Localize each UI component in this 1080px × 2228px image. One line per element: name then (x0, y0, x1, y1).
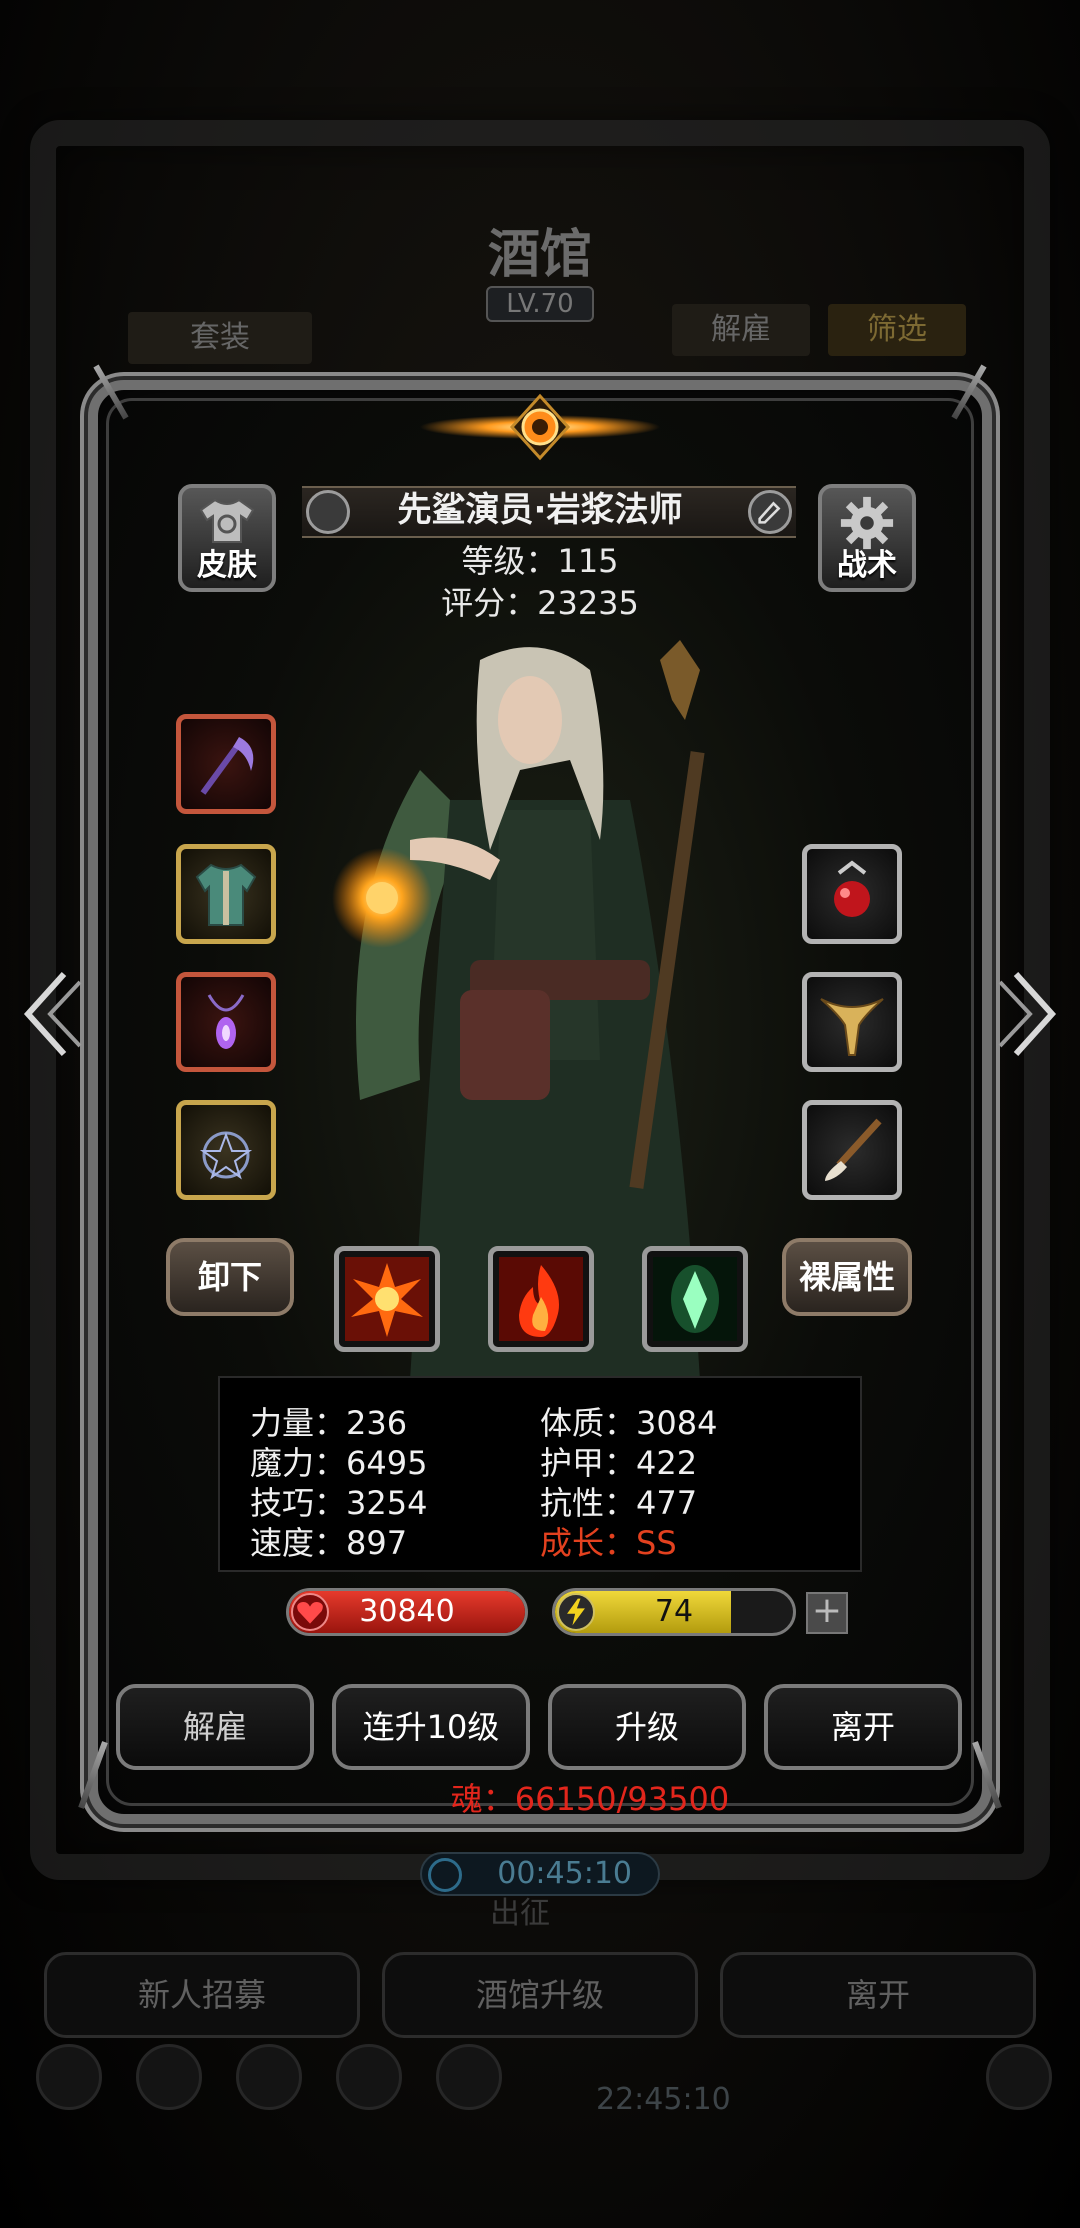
tactics-button-label: 战术 (837, 548, 897, 583)
previous-hero-arrow-icon[interactable] (14, 964, 84, 1064)
hero-level: 等级：115 (461, 542, 619, 580)
equip-slot-weapon[interactable] (176, 714, 276, 814)
brush-icon (825, 1118, 882, 1181)
recruit-button[interactable]: 新人招募 (44, 1952, 360, 2038)
equip-slot-trinket[interactable] (802, 1100, 902, 1200)
tactics-button[interactable]: 战术 (818, 484, 916, 592)
shirt-icon (199, 498, 255, 543)
add-icon[interactable] (986, 2044, 1052, 2110)
hero-name: 先鲨演员·岩浆法师 (397, 490, 683, 530)
horn-ring-icon (820, 998, 884, 1056)
stat-growth: 成长：SS (540, 1524, 677, 1562)
tavern-leave-button[interactable]: 离开 (720, 1952, 1036, 2038)
base-attributes-button[interactable]: 裸属性 (782, 1238, 912, 1316)
menu-icon[interactable] (336, 2044, 402, 2110)
stats-panel: 力量：236 体质：3084 魔力：6495 护甲：422 技巧：3254 抗性… (218, 1376, 862, 1572)
skin-button[interactable]: 皮肤 (178, 484, 276, 592)
menu-icon[interactable] (236, 2044, 302, 2110)
menu-icon[interactable] (436, 2044, 502, 2110)
dismiss-hero-button[interactable]: 解雇 (116, 1684, 314, 1770)
skin-button-label: 皮肤 (197, 548, 257, 583)
fire-burst-skill-icon (345, 1257, 429, 1341)
expedition-label: 出征 (490, 1896, 550, 1931)
scythe-icon (200, 737, 254, 795)
skill-slot-1[interactable] (334, 1246, 440, 1352)
equip-slot-necklace[interactable] (176, 972, 276, 1072)
menu-icon[interactable] (36, 2044, 102, 2110)
system-clock: 22:45:10 (596, 2082, 731, 2117)
next-hero-arrow-icon[interactable] (996, 964, 1066, 1064)
clock-icon (428, 1858, 462, 1892)
leave-button[interactable]: 离开 (764, 1684, 962, 1770)
energy-value: 74 (654, 1594, 694, 1629)
equip-slot-ring-1[interactable] (802, 844, 902, 944)
tab-suit[interactable]: 套装 (128, 312, 312, 364)
ruby-ring-icon (834, 860, 870, 917)
robe-icon (195, 863, 257, 926)
tab-filter[interactable]: 筛选 (828, 304, 966, 356)
stat-speed: 速度：897 (250, 1524, 408, 1562)
menu-icon[interactable] (136, 2044, 202, 2110)
add-energy-button[interactable]: + (806, 1592, 848, 1634)
skill-slot-2[interactable] (488, 1246, 594, 1352)
green-crystal-skill-icon (653, 1257, 737, 1341)
tavern-title: 酒馆 (487, 224, 592, 285)
hero-score: 评分：23235 (441, 584, 639, 622)
unequip-button[interactable]: 卸下 (166, 1238, 294, 1316)
tavern-upgrade-button[interactable]: 酒馆升级 (382, 1952, 698, 2038)
hp-bar: 30840 (286, 1588, 528, 1636)
equip-slot-ring-2[interactable] (802, 972, 902, 1072)
upgrade-button[interactable]: 升级 (548, 1684, 746, 1770)
upgrade-10-levels-button[interactable]: 连升10级 (332, 1684, 530, 1770)
sun-emblem-icon (420, 393, 660, 461)
pentagram-amulet-icon (199, 1131, 253, 1180)
soul-counter: 魂：66150/93500 (450, 1780, 730, 1818)
hp-value: 30840 (359, 1594, 455, 1629)
amulet-icon (207, 994, 245, 1049)
tab-dismiss[interactable]: 解雇 (672, 304, 810, 356)
tavern-level-badge: LV.70 (486, 286, 594, 322)
equip-slot-armor[interactable] (176, 844, 276, 944)
flame-skill-icon (499, 1257, 583, 1341)
skill-slot-3[interactable] (642, 1246, 748, 1352)
equip-slot-amulet[interactable] (176, 1100, 276, 1200)
energy-bar: 74 (552, 1588, 796, 1636)
